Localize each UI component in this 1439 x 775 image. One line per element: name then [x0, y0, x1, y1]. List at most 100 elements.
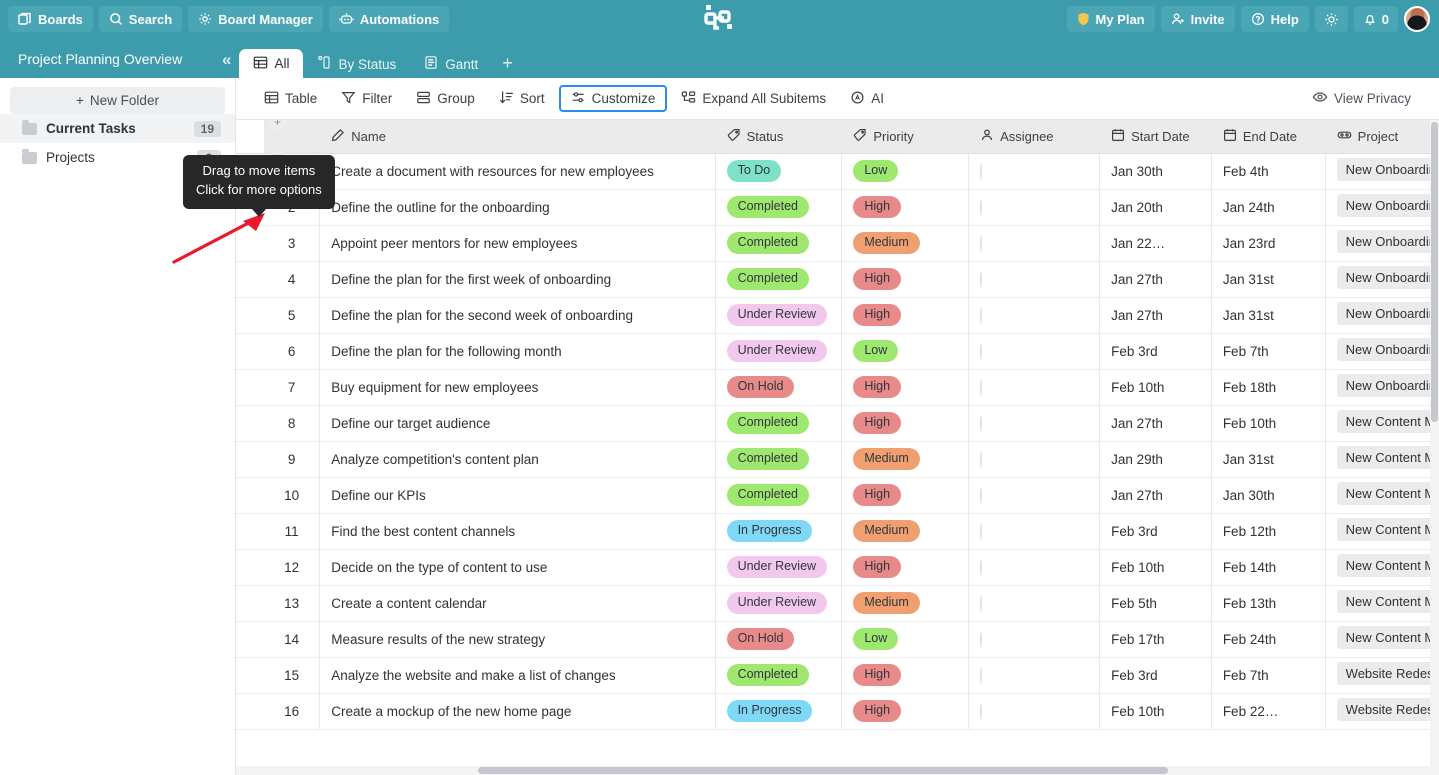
cell-status[interactable]: Completed [715, 261, 843, 298]
table-row[interactable]: 14 Measure results of the new strategy On … [236, 621, 1439, 658]
table-row[interactable]: 11 Find the best content channels In Progr… [236, 513, 1439, 550]
table-row[interactable]: 7 Buy equipment for new employees On Hold H… [236, 369, 1439, 406]
cell-start-date[interactable]: Feb 5th [1099, 585, 1212, 622]
cell-priority[interactable]: Low [841, 621, 970, 658]
vertical-scrollbar[interactable] [1430, 120, 1439, 775]
cell-status[interactable]: Under Review [715, 333, 843, 370]
cell-name[interactable]: Analyze the website and make a list of c… [319, 657, 716, 694]
project-chip[interactable]: New Onboarding Process [1336, 158, 1439, 181]
project-chip[interactable]: New Onboarding Process [1336, 302, 1439, 325]
table-row[interactable]: 2 Define the outline for the onboarding Co… [236, 189, 1439, 226]
cell-start-date[interactable]: Feb 10th [1099, 369, 1212, 406]
cell-start-date[interactable]: Feb 3rd [1099, 513, 1212, 550]
cell-name[interactable]: Define our KPIs [319, 477, 716, 514]
search-button[interactable]: Search [98, 6, 183, 32]
cell-status[interactable]: Completed [715, 405, 843, 442]
cell-priority[interactable]: Medium [841, 441, 970, 478]
cell-assignee[interactable] [968, 441, 1101, 478]
cell-name[interactable]: Create a mockup of the new home page [319, 693, 716, 730]
project-chip[interactable]: New Content Marketing St [1336, 626, 1439, 649]
table-row[interactable]: 5 Define the plan for the second week of … [236, 297, 1439, 334]
cell-assignee[interactable] [968, 261, 1101, 298]
my-plan-button[interactable]: My Plan [1066, 6, 1155, 32]
project-chip[interactable]: New Onboarding Process [1336, 338, 1439, 361]
cell-name[interactable]: Define the outline for the onboarding [319, 189, 716, 226]
tab-by-status[interactable]: By Status [303, 50, 410, 78]
table-row[interactable]: 3 Appoint peer mentors for new employees C… [236, 225, 1439, 262]
cell-name[interactable]: Define our target audience [319, 405, 716, 442]
customize-button[interactable]: Customize [558, 85, 668, 112]
project-chip[interactable]: New Content Marketing St [1336, 482, 1439, 505]
cell-status[interactable]: Completed [715, 477, 843, 514]
cell-end-date[interactable]: Feb 18th [1211, 369, 1326, 406]
cell-priority[interactable]: Low [841, 153, 970, 190]
cell-assignee[interactable] [968, 549, 1101, 586]
project-chip[interactable]: New Content Marketing St [1336, 590, 1439, 613]
cell-name[interactable]: Buy equipment for new employees [319, 369, 716, 406]
tab-gantt[interactable]: Gantt [410, 50, 492, 78]
cell-start-date[interactable]: Jan 22… [1099, 225, 1212, 262]
cell-project[interactable]: New Onboarding Process [1325, 369, 1439, 406]
cell-end-date[interactable]: Feb 14th [1211, 549, 1326, 586]
sort-button[interactable]: Sort [489, 85, 555, 112]
cell-start-date[interactable]: Jan 27th [1099, 297, 1212, 334]
cell-name[interactable]: Measure results of the new strategy [319, 621, 716, 658]
table-row[interactable]: 6 Define the plan for the following month… [236, 333, 1439, 370]
cell-status[interactable]: Completed [715, 225, 843, 262]
cell-project[interactable]: New Content Marketing St [1325, 549, 1439, 586]
cell-project[interactable]: New Content Marketing St [1325, 477, 1439, 514]
cell-start-date[interactable]: Jan 29th [1099, 441, 1212, 478]
table-row[interactable]: 9 Analyze competition's content plan Compl… [236, 441, 1439, 478]
table-row[interactable]: 12 Decide on the type of content to use Un… [236, 549, 1439, 586]
cell-assignee[interactable] [968, 189, 1101, 226]
cell-priority[interactable]: High [841, 369, 970, 406]
table-row[interactable]: Create a document with resources for new… [236, 153, 1439, 190]
cell-priority[interactable]: High [841, 549, 970, 586]
cell-status[interactable]: Under Review [715, 297, 843, 334]
cell-status[interactable]: In Progress [715, 693, 843, 730]
cell-status[interactable]: Under Review [715, 549, 843, 586]
cell-end-date[interactable]: Feb 24th [1211, 621, 1326, 658]
cell-project[interactable]: New Onboarding Process [1325, 297, 1439, 334]
cell-assignee[interactable] [968, 693, 1101, 730]
column-header-assignee[interactable]: Assignee [968, 120, 1101, 154]
project-chip[interactable]: New Content Marketing St [1336, 518, 1439, 541]
cell-start-date[interactable]: Jan 27th [1099, 261, 1212, 298]
cell-priority[interactable]: High [841, 405, 970, 442]
cell-name[interactable]: Define the plan for the following month [319, 333, 716, 370]
cell-name[interactable]: Appoint peer mentors for new employees [319, 225, 716, 262]
cell-project[interactable]: New Content Marketing St [1325, 513, 1439, 550]
ai-button[interactable]: AI [840, 85, 894, 112]
cell-priority[interactable]: Low [841, 333, 970, 370]
cell-name[interactable]: Create a content calendar [319, 585, 716, 622]
cell-priority[interactable]: Medium [841, 513, 970, 550]
cell-end-date[interactable]: Feb 13th [1211, 585, 1326, 622]
cell-priority[interactable]: High [841, 477, 970, 514]
cell-start-date[interactable]: Jan 30th [1099, 153, 1212, 190]
table-row[interactable]: 4 Define the plan for the first week of o… [236, 261, 1439, 298]
cell-name[interactable]: Create a document with resources for new… [319, 153, 716, 190]
project-chip[interactable]: New Content Marketing St [1336, 554, 1439, 577]
cell-project[interactable]: Website Redesign [1325, 657, 1439, 694]
cell-project[interactable]: New Content Marketing St [1325, 441, 1439, 478]
table-row[interactable]: 8 Define our target audience Completed High… [236, 405, 1439, 442]
cell-status[interactable]: Completed [715, 441, 843, 478]
cell-start-date[interactable]: Feb 3rd [1099, 657, 1212, 694]
cell-assignee[interactable] [968, 621, 1101, 658]
horizontal-scrollbar[interactable] [236, 766, 1439, 775]
project-chip[interactable]: Website Redesign [1336, 662, 1439, 685]
expand-item-icon[interactable] [264, 164, 319, 179]
cell-assignee[interactable] [968, 657, 1101, 694]
table-row[interactable]: 10 Define our KPIs Completed High Jan 27th Ja… [236, 477, 1439, 514]
cell-priority[interactable]: High [841, 261, 970, 298]
cell-assignee[interactable] [968, 477, 1101, 514]
tab-all[interactable]: All [239, 49, 304, 78]
cell-start-date[interactable]: Feb 17th [1099, 621, 1212, 658]
cell-end-date[interactable]: Feb 22… [1211, 693, 1326, 730]
cell-end-date[interactable]: Feb 4th [1211, 153, 1326, 190]
horizontal-scrollbar-thumb[interactable] [478, 767, 1168, 774]
cell-priority[interactable]: Medium [841, 585, 970, 622]
cell-project[interactable]: New Onboarding Process [1325, 153, 1439, 190]
cell-name[interactable]: Define the plan for the first week of on… [319, 261, 716, 298]
cell-end-date[interactable]: Jan 31st [1211, 297, 1326, 334]
